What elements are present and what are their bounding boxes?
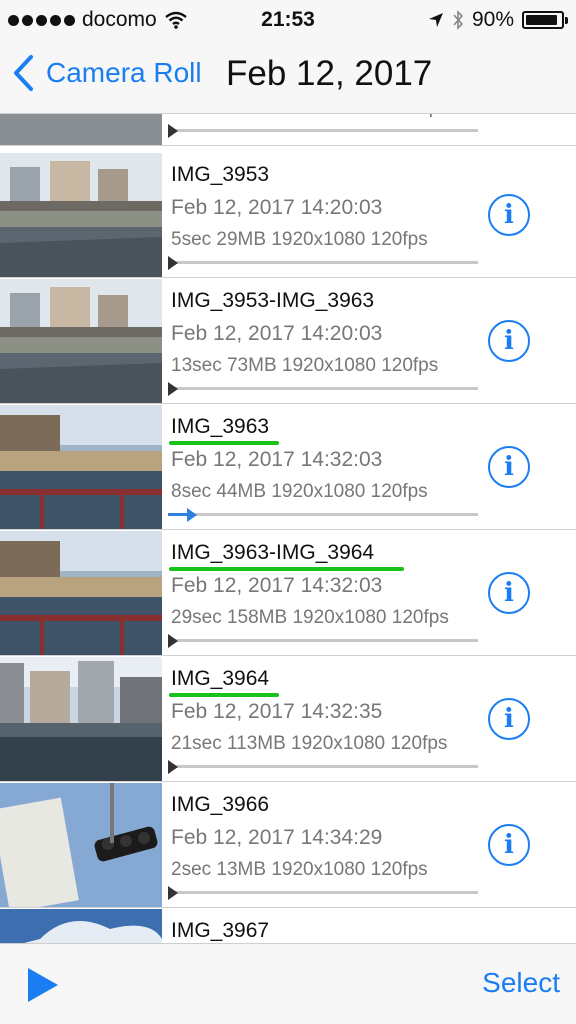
playhead-knob[interactable] — [187, 508, 197, 522]
status-bar: docomo 21:53 90% — [0, 0, 576, 40]
playhead-knob[interactable] — [168, 886, 178, 900]
playback-progress[interactable] — [168, 124, 478, 138]
page-title: Feb 12, 2017 — [226, 54, 433, 93]
video-row[interactable]: IMG_3964 Feb 12, 2017 14:32:35 21sec 113MB… — [0, 656, 576, 782]
video-thumbnail[interactable] — [0, 153, 162, 277]
video-date: Feb 12, 2017 14:32:35 — [171, 700, 383, 723]
info-icon[interactable]: i — [488, 320, 530, 362]
video-meta: 2sec 13MB 1920x1080 120fps — [171, 859, 428, 880]
video-date: Feb 12, 2017 14:32:03 — [171, 448, 383, 471]
video-thumbnail[interactable] — [0, 909, 162, 943]
info-icon[interactable]: i — [488, 698, 530, 740]
info-icon[interactable]: i — [488, 572, 530, 614]
playback-progress[interactable] — [168, 508, 478, 522]
video-thumbnail[interactable] — [0, 114, 162, 145]
playhead-knob[interactable] — [168, 124, 178, 138]
play-icon[interactable] — [28, 968, 58, 1002]
chevron-left-icon — [14, 55, 33, 91]
video-name: IMG_3963-IMG_3964 — [171, 541, 375, 564]
info-icon[interactable]: i — [488, 446, 530, 488]
video-name: IMG_3953-IMG_3963 — [171, 289, 375, 312]
bottom-toolbar: Select — [0, 943, 576, 1024]
playback-progress[interactable] — [168, 634, 478, 648]
video-name: IMG_3964 — [171, 667, 270, 690]
video-thumbnail[interactable] — [0, 783, 162, 907]
playhead-knob[interactable] — [168, 382, 178, 396]
navigation-bar: Camera Roll Feb 12, 2017 — [0, 40, 576, 114]
highlight-underline — [169, 441, 280, 445]
playhead-knob[interactable] — [168, 760, 178, 774]
video-thumbnail[interactable] — [0, 405, 162, 529]
video-row[interactable]: IMG_3966 Feb 12, 2017 14:34:29 2sec 13MB 1… — [0, 782, 576, 908]
video-row[interactable]: IMG_3953 Feb 12, 2017 14:20:03 5sec 29MB 1… — [0, 152, 576, 278]
back-button[interactable]: Camera Roll — [12, 54, 202, 92]
playback-progress[interactable] — [168, 382, 478, 396]
video-thumbnail[interactable] — [0, 279, 162, 403]
video-name: IMG_3967 — [171, 919, 270, 942]
select-button[interactable]: Select — [482, 967, 560, 999]
playhead-knob[interactable] — [168, 634, 178, 648]
video-meta: 5sec 29MB 1920x1080 120fps — [171, 229, 428, 250]
video-name: IMG_3963 — [171, 415, 270, 438]
highlight-underline — [169, 693, 280, 697]
playback-progress[interactable] — [168, 886, 478, 900]
playhead-knob[interactable] — [168, 256, 178, 270]
video-meta: 21sec 113MB 1920x1080 120fps — [171, 733, 448, 754]
video-list[interactable]: 24sec 128MB 1920x1080 120fps IMG_3953 Feb … — [0, 114, 576, 943]
video-meta: 29sec 158MB 1920x1080 120fps — [171, 607, 449, 628]
playback-progress[interactable] — [168, 256, 478, 270]
video-meta: 24sec 128MB 1920x1080 120fps — [171, 114, 449, 119]
video-row[interactable]: IMG_3963 Feb 12, 2017 14:32:03 8sec 44MB 1… — [0, 404, 576, 530]
battery-icon — [522, 11, 568, 29]
video-meta: 13sec 73MB 1920x1080 120fps — [171, 355, 439, 376]
video-date: Feb 12, 2017 14:32:03 — [171, 574, 383, 597]
video-date: Feb 12, 2017 14:20:03 — [171, 196, 383, 219]
video-row[interactable]: IMG_3967 — [0, 908, 576, 943]
info-icon[interactable]: i — [488, 194, 530, 236]
video-thumbnail[interactable] — [0, 531, 162, 655]
location-arrow-icon — [428, 13, 443, 27]
video-name: IMG_3966 — [171, 793, 270, 816]
video-name: IMG_3953 — [171, 163, 270, 186]
bluetooth-icon — [453, 10, 464, 30]
battery-percent: 90% — [471, 8, 514, 31]
status-right: 90% — [428, 8, 568, 32]
playback-progress[interactable] — [168, 760, 478, 774]
video-date: Feb 12, 2017 14:20:03 — [171, 322, 383, 345]
video-row[interactable]: 24sec 128MB 1920x1080 120fps — [0, 114, 576, 146]
video-date: Feb 12, 2017 14:34:29 — [171, 826, 383, 849]
video-row[interactable]: IMG_3953-IMG_3963 Feb 12, 2017 14:20:03 13… — [0, 278, 576, 404]
back-button-label: Camera Roll — [46, 57, 202, 88]
video-row[interactable]: IMG_3963-IMG_3964 Feb 12, 2017 14:32:03 29… — [0, 530, 576, 656]
video-thumbnail[interactable] — [0, 657, 162, 781]
highlight-underline — [169, 567, 404, 571]
video-meta: 8sec 44MB 1920x1080 120fps — [171, 481, 428, 502]
info-icon[interactable]: i — [488, 824, 530, 866]
